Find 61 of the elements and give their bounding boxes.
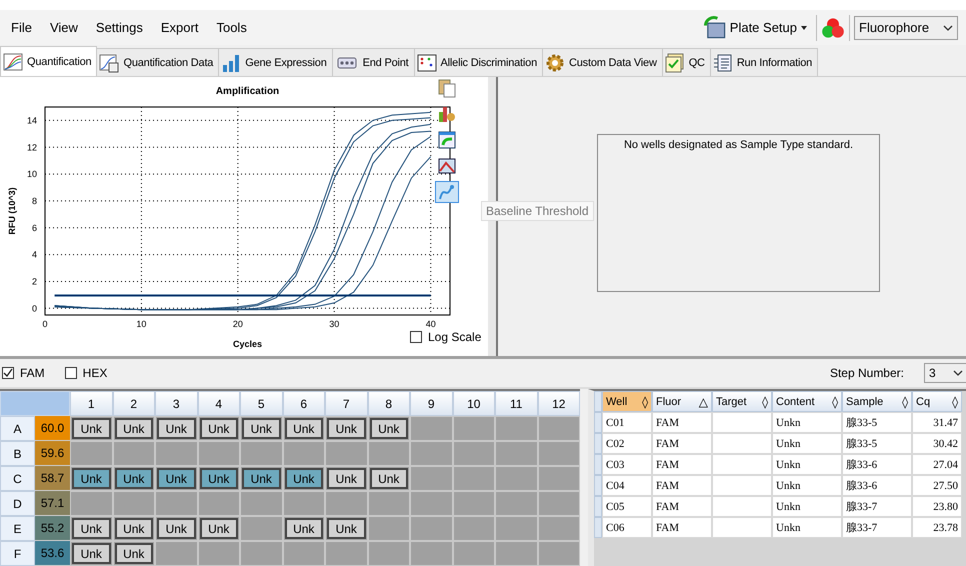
y-tick-label: 12 [26, 142, 37, 152]
temperature-cell: 60.0 [35, 416, 70, 441]
chart-title: Amplification [216, 86, 280, 97]
table-cell: Unkn [772, 412, 842, 433]
temperature-cell: 55.2 [35, 516, 70, 541]
table-cell: C03 [602, 454, 652, 475]
table-cell: C01 [602, 412, 652, 433]
table-cell: 腺33-7 [842, 496, 912, 517]
temperature-cell: 59.6 [35, 441, 70, 466]
table-cell: FAM [652, 412, 712, 433]
tooltip: Baseline Threshold [481, 201, 594, 221]
y-tick-label: 14 [26, 115, 37, 126]
table-cell: FAM [652, 475, 712, 496]
empty-message: No wells designated as Sample Type standard. [624, 139, 854, 153]
table-cell: FAM [652, 454, 712, 475]
y-tick-label: 6 [32, 222, 37, 233]
y-axis-label: RFU (10^3) [7, 187, 17, 235]
table-cell: C02 [602, 433, 652, 454]
sort-indicator: ◊ [952, 394, 958, 408]
x-tick-label: 40 [426, 319, 436, 329]
y-tick-label: 8 [32, 196, 37, 206]
table-cell: 31.47 [912, 412, 962, 433]
temperature-cell: 57.1 [35, 491, 70, 516]
table-cell: FAM [652, 517, 712, 538]
sort-indicator: △ [698, 394, 708, 408]
y-tick-label: 10 [26, 169, 37, 180]
temperature-cell: 53.6 [35, 541, 70, 566]
table-cell: Unkn [772, 433, 842, 454]
table-cell: 腺33-6 [842, 475, 912, 496]
table-cell: 27.04 [912, 454, 962, 475]
table-cell: 23.78 [912, 517, 962, 538]
table-cell: Unkn [772, 496, 842, 517]
temperature-cell: 58.7 [35, 466, 70, 491]
x-axis-label: Cycles [232, 339, 262, 349]
y-tick-label: 0 [32, 303, 37, 314]
table-cell: C06 [602, 517, 652, 538]
table-cell: Unkn [772, 517, 842, 538]
table-cell: 腺33-5 [842, 412, 912, 433]
table-cell: 30.42 [912, 433, 962, 454]
table-cell: FAM [652, 433, 712, 454]
sort-indicator: ◊ [762, 394, 768, 408]
table-cell: 腺33-7 [842, 517, 912, 538]
step-number-label: Step Number: [830, 366, 904, 380]
table-cell: Unkn [772, 475, 842, 496]
x-tick-label: 0 [42, 319, 48, 329]
table-cell: 腺33-5 [842, 433, 912, 454]
sort-indicator: ◊ [832, 394, 838, 408]
sort-indicator: ◊ [902, 394, 908, 408]
table-cell: 腺33-6 [842, 454, 912, 475]
y-tick-label: 2 [32, 276, 37, 286]
table-cell: C05 [602, 496, 652, 517]
sort-indicator: ◊ [642, 394, 648, 408]
table-cell: 23.80 [912, 496, 962, 517]
table-cell: FAM [652, 496, 712, 517]
table-cell: Unkn [772, 454, 842, 475]
table-cell: C04 [602, 475, 652, 496]
x-tick-label: 20 [232, 319, 243, 329]
y-tick-label: 4 [32, 250, 37, 260]
x-tick-label: 30 [329, 319, 340, 329]
table-cell: 27.50 [912, 475, 962, 496]
x-tick-label: 10 [136, 319, 146, 329]
